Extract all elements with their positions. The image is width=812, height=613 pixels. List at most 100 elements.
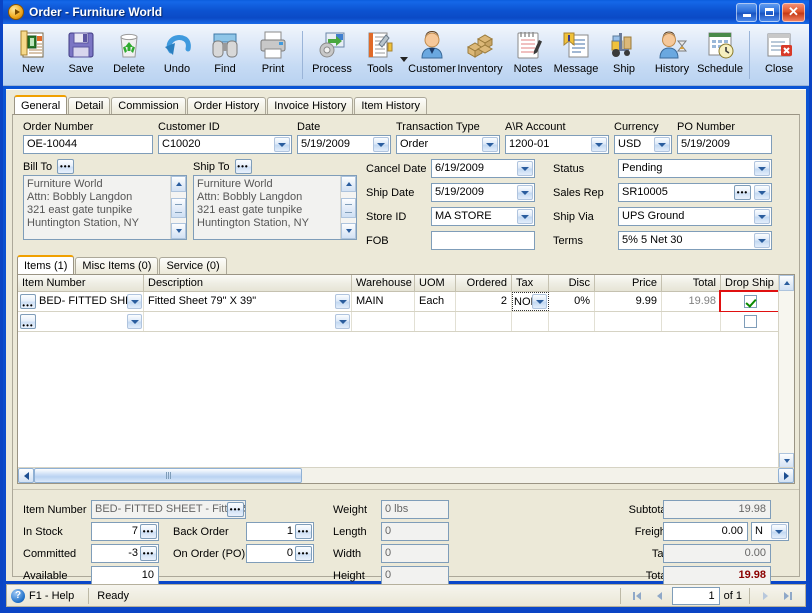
cell-disc[interactable]	[549, 312, 595, 331]
height-field[interactable]: 0	[381, 566, 449, 585]
item-lookup-button[interactable]	[20, 314, 36, 331]
previous-record-icon[interactable]	[650, 587, 668, 605]
column-warehouse[interactable]: Warehouse	[352, 275, 415, 291]
toolbar-button-new[interactable]: New	[9, 27, 57, 75]
sales-rep-lookup-button[interactable]	[734, 185, 751, 200]
grid-vertical-scrollbar[interactable]	[778, 275, 794, 469]
chevron-down-icon[interactable]	[754, 209, 770, 224]
chevron-down-icon[interactable]	[127, 294, 142, 309]
cell-item-number[interactable]: BED- FITTED SHEE	[18, 292, 144, 311]
sales-rep-combo[interactable]: SR10005	[618, 183, 772, 202]
grid-horizontal-scrollbar[interactable]	[18, 467, 794, 483]
maximize-button[interactable]	[759, 2, 780, 22]
ship-date-combo[interactable]: 5/19/2009	[431, 183, 535, 202]
store-id-combo[interactable]: MA STORE	[431, 207, 535, 226]
hscroll-track[interactable]	[34, 467, 778, 484]
date-combo[interactable]: 5/19/2009	[297, 135, 391, 154]
scroll-right-icon[interactable]	[778, 468, 794, 483]
scroll-left-icon[interactable]	[18, 468, 34, 483]
width-field[interactable]: 0	[381, 544, 449, 563]
scroll-up-icon[interactable]	[341, 176, 356, 192]
chevron-down-icon[interactable]	[335, 314, 350, 329]
last-record-icon[interactable]	[779, 587, 797, 605]
toolbar-button-schedule[interactable]: Schedule	[696, 27, 744, 75]
tab-general[interactable]: General	[14, 95, 68, 114]
tools-dropdown-arrow-icon[interactable]	[400, 56, 408, 62]
chevron-down-icon[interactable]	[532, 294, 547, 309]
chevron-down-icon[interactable]	[591, 137, 607, 152]
toolbar-button-save[interactable]: Save	[57, 27, 105, 75]
first-record-icon[interactable]	[628, 587, 646, 605]
record-number-input[interactable]: 1	[671, 586, 720, 605]
chevron-down-icon[interactable]	[754, 233, 770, 248]
cell-warehouse[interactable]	[352, 312, 415, 331]
tab-service[interactable]: Service (0)	[159, 257, 227, 274]
committed-field[interactable]: -3	[91, 544, 159, 563]
bill-to-scrollbar[interactable]	[170, 176, 186, 239]
toolbar-button-notes[interactable]: Notes	[504, 27, 552, 75]
toolbar-button-find[interactable]: Find	[201, 27, 249, 75]
toolbar-button-process[interactable]: Process	[308, 27, 356, 75]
on-order-po-field[interactable]: 0	[246, 544, 314, 563]
currency-combo[interactable]: USD	[614, 135, 672, 154]
detail-item-number-field[interactable]: BED- FITTED SHEET - Fitted Sheet 79" X 3…	[91, 500, 246, 519]
chevron-down-icon[interactable]	[517, 185, 533, 200]
scrollbar-thumb[interactable]	[171, 198, 186, 218]
column-uom[interactable]: UOM	[415, 275, 456, 291]
scroll-down-icon[interactable]	[171, 223, 186, 239]
tab-misc-items[interactable]: Misc Items (0)	[75, 257, 159, 274]
toolbar-button-history[interactable]: History	[648, 27, 696, 75]
back-order-field[interactable]: 1	[246, 522, 314, 541]
toolbar-button-undo[interactable]: Undo	[153, 27, 201, 75]
in-stock-field[interactable]: 7	[91, 522, 159, 541]
cell-uom[interactable]: Each	[415, 292, 456, 311]
column-ordered[interactable]: Ordered	[456, 275, 512, 291]
toolbar-button-print[interactable]: Print	[249, 27, 297, 75]
ship-via-combo[interactable]: UPS Ground	[618, 207, 772, 226]
close-button[interactable]: ✕	[782, 2, 805, 22]
back-order-lookup-button[interactable]	[295, 524, 312, 539]
freight-taxable-combo[interactable]: N	[751, 522, 789, 541]
detail-item-lookup-button[interactable]	[227, 502, 244, 517]
cell-ordered[interactable]: 2	[456, 292, 512, 311]
fob-input[interactable]	[431, 231, 535, 250]
chevron-down-icon[interactable]	[482, 137, 498, 152]
status-combo[interactable]: Pending	[618, 159, 772, 178]
table-row[interactable]	[18, 312, 794, 332]
tab-commission[interactable]: Commission	[111, 97, 186, 114]
minimize-button[interactable]	[736, 2, 757, 22]
ship-to-scrollbar[interactable]	[340, 176, 356, 239]
transaction-type-combo[interactable]: Order	[396, 135, 500, 154]
scroll-down-icon[interactable]	[341, 223, 356, 239]
scroll-up-icon[interactable]	[779, 275, 794, 291]
cell-item-number[interactable]	[18, 312, 144, 331]
item-lookup-button[interactable]	[20, 294, 36, 311]
customer-id-combo[interactable]: C10020	[158, 135, 292, 154]
next-record-icon[interactable]	[757, 587, 775, 605]
cell-description[interactable]	[144, 312, 352, 331]
cell-drop-ship[interactable]	[719, 290, 783, 313]
freight-field[interactable]: 0.00	[663, 522, 748, 541]
items-grid[interactable]: Item Number Description Warehouse UOM Or…	[17, 274, 795, 484]
help-hint[interactable]: ? F1 - Help	[11, 588, 80, 603]
toolbar-button-delete[interactable]: Delete	[105, 27, 153, 75]
tab-invoice-history[interactable]: Invoice History	[267, 97, 354, 114]
chevron-down-icon[interactable]	[274, 137, 290, 152]
chevron-down-icon[interactable]	[517, 161, 533, 176]
chevron-down-icon[interactable]	[127, 314, 142, 329]
cell-description[interactable]: Fitted Sheet 79" X 39"	[144, 292, 352, 311]
tab-items[interactable]: Items (1)	[17, 255, 75, 274]
column-description[interactable]: Description	[144, 275, 352, 291]
toolbar-button-tools[interactable]: Tools	[356, 27, 404, 75]
column-price[interactable]: Price	[595, 275, 662, 291]
scroll-up-icon[interactable]	[171, 176, 186, 192]
chevron-down-icon[interactable]	[754, 185, 770, 200]
toolbar-button-close[interactable]: Close	[755, 27, 803, 75]
cell-tax[interactable]: NON	[512, 292, 549, 311]
column-disc[interactable]: Disc	[549, 275, 595, 291]
chevron-down-icon[interactable]	[654, 137, 670, 152]
cell-price[interactable]	[595, 312, 662, 331]
cell-ordered[interactable]	[456, 312, 512, 331]
cell-disc[interactable]: 0%	[549, 292, 595, 311]
length-field[interactable]: 0	[381, 522, 449, 541]
